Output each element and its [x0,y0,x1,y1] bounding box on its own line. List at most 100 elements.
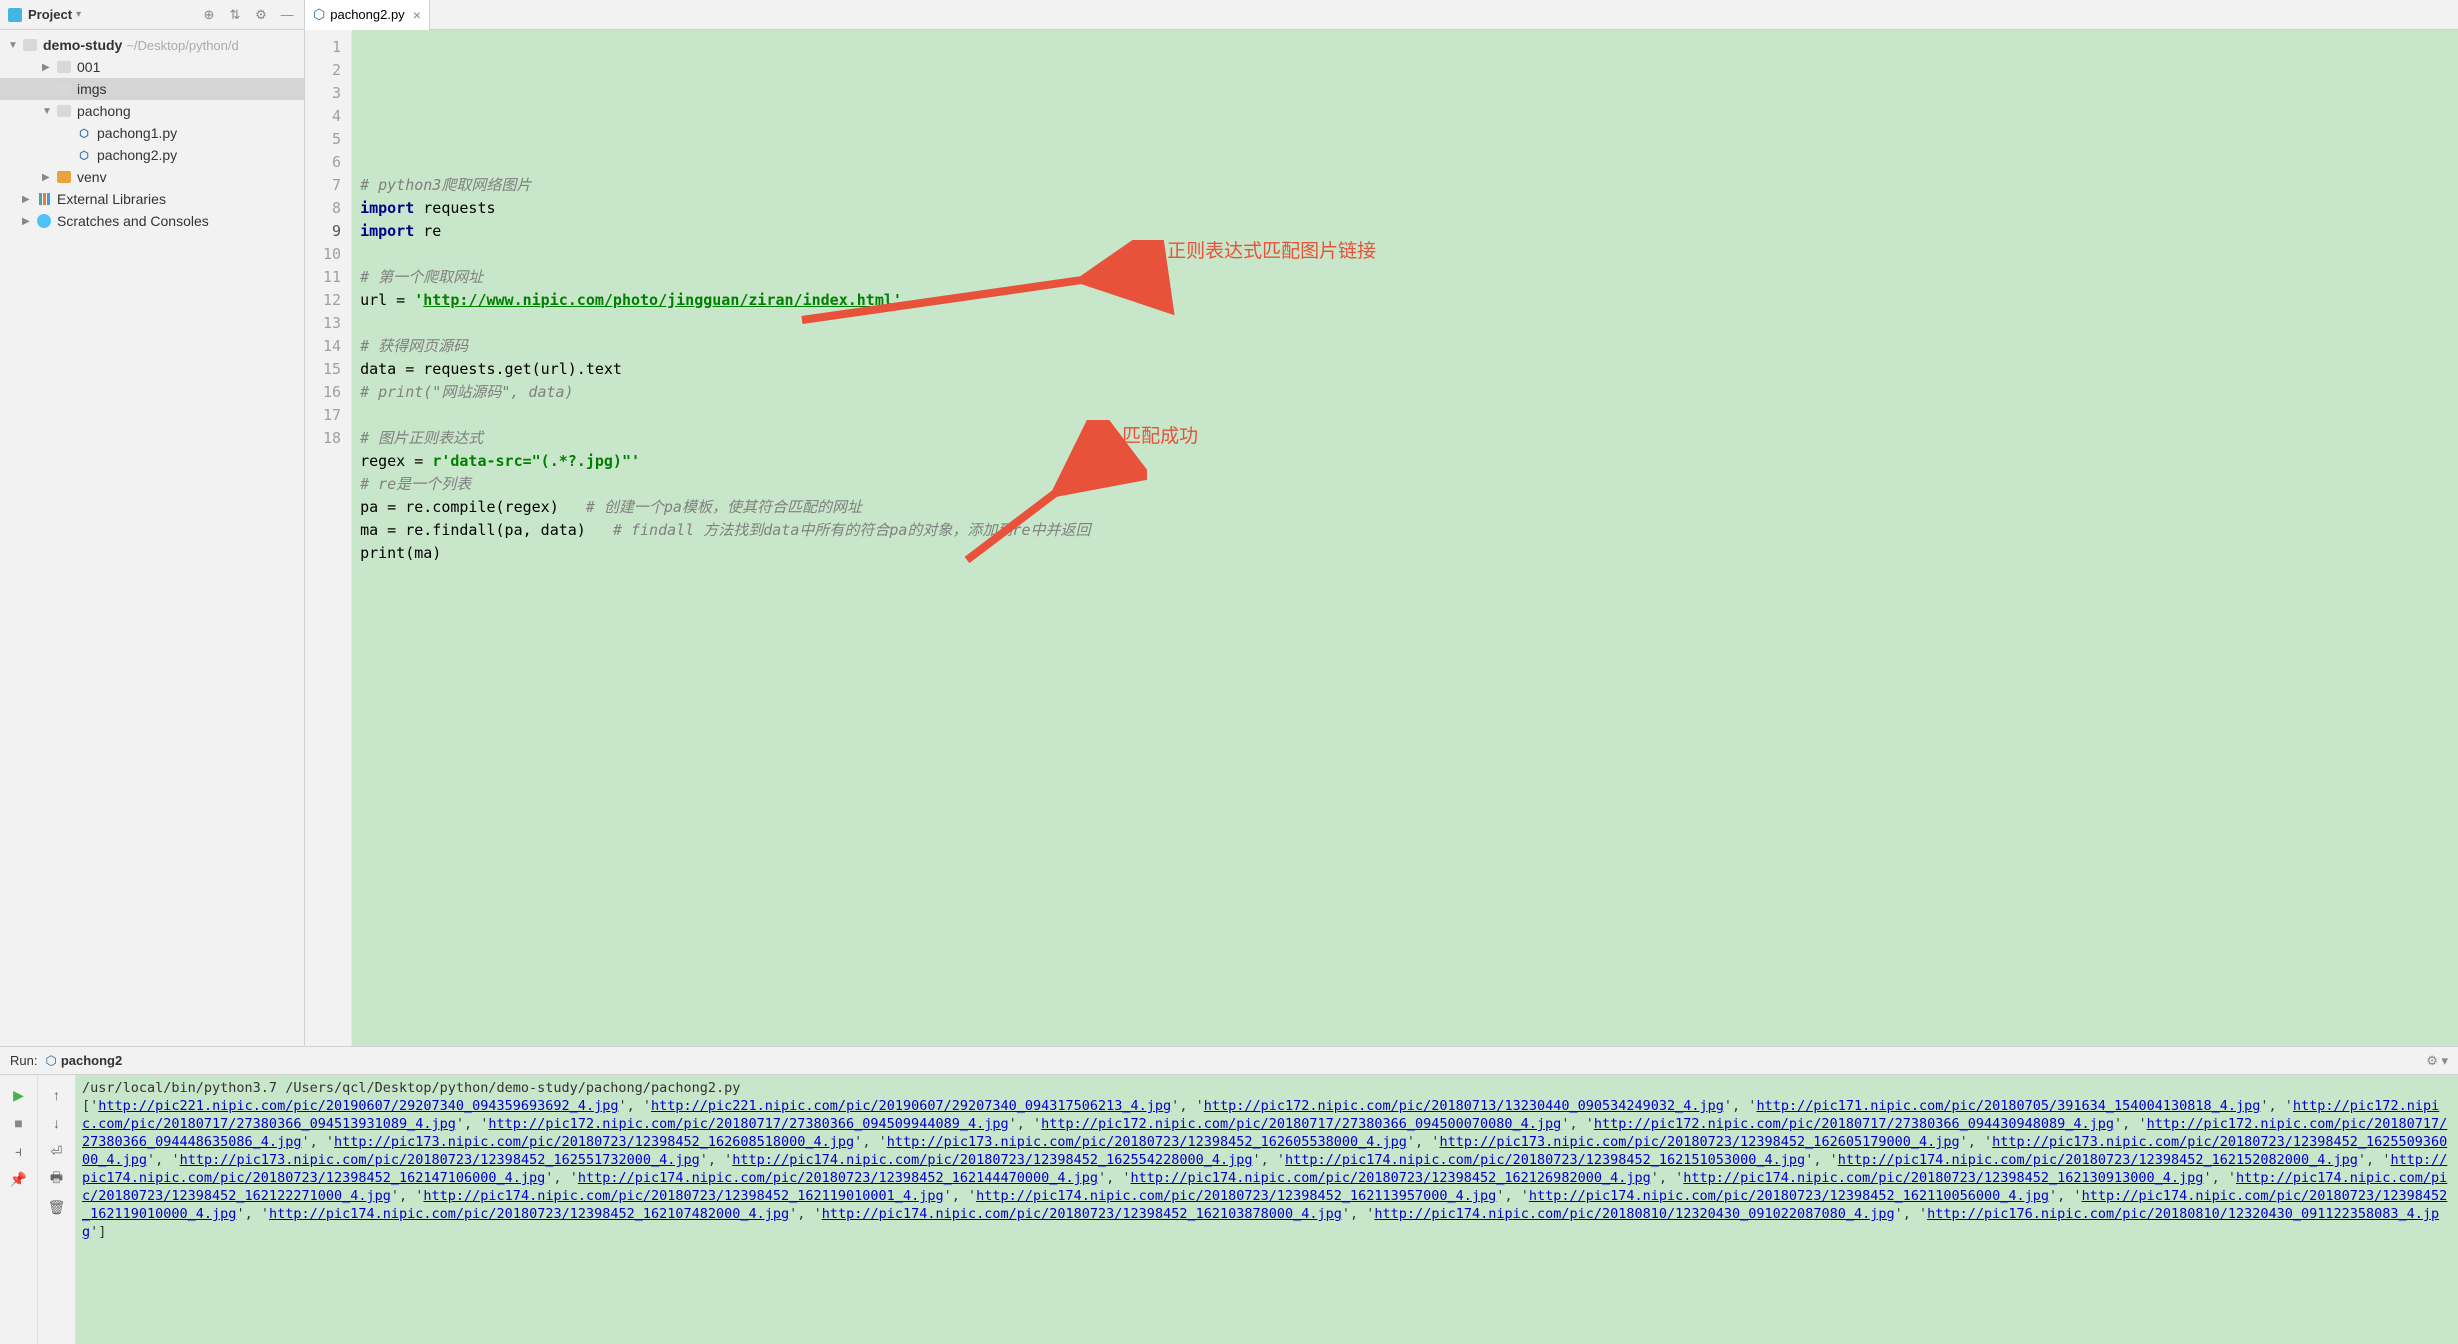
editor-tab[interactable]: ⬡ pachong2.py × [305,0,430,29]
run-console: Run: ⬡ pachong2 ⚙ ▾ ▶ ■ ⫞ 📌 ↑ ↓ ⏎ 🖶 🗑 /u… [0,1046,2458,1344]
tree-item[interactable]: imgs [0,78,304,100]
output-url[interactable]: http://pic174.nipic.com/pic/20180810/123… [1374,1206,1894,1222]
layout-button[interactable]: ⫞ [4,1138,34,1164]
tree-item[interactable]: ⬡ pachong1.py [0,122,304,144]
output-url[interactable]: http://pic174.nipic.com/pic/20180723/123… [423,1188,943,1204]
tree-arrow-icon[interactable]: ▶ [42,62,56,73]
tree-root[interactable]: ▼ demo-study ~/Desktop/python/d [0,34,304,56]
project-sidebar: Project ▾ ⊕ ⇅ ⚙ — ▼ demo-study ~/Desktop… [0,0,305,1046]
output-url[interactable]: http://pic172.nipic.com/pic/20180713/132… [1204,1098,1724,1114]
output-url[interactable]: http://pic174.nipic.com/pic/20180723/123… [976,1188,1496,1204]
line-number: 12 [323,289,341,312]
expand-icon[interactable]: ⇅ [226,6,244,24]
down-button[interactable]: ↓ [42,1110,72,1136]
line-number: 2 [323,59,341,82]
output-url[interactable]: http://pic173.nipic.com/pic/20180723/123… [887,1134,1407,1150]
python-file-icon: ⬡ [79,127,89,140]
trash-button[interactable]: 🗑 [42,1194,72,1220]
output-url[interactable]: http://pic174.nipic.com/pic/20180723/123… [1285,1152,1805,1168]
gear-icon[interactable]: ⚙ [252,6,270,24]
code-line: # python3爬取网络图片 [360,174,2450,197]
gear-icon[interactable]: ⚙ ▾ [2426,1053,2448,1069]
code-line: import requests [360,197,2450,220]
python-file-icon: ⬡ [313,6,325,23]
tree-item[interactable]: ▶ Scratches and Consoles [0,210,304,232]
console-result: ['http://pic221.nipic.com/pic/20190607/2… [82,1097,2452,1241]
output-url[interactable]: http://pic174.nipic.com/pic/20180723/123… [1683,1170,2203,1186]
code-line: regex = r'data-src="(.*?.jpg)"' [360,450,2450,473]
tree-item-label: pachong1.py [97,125,177,141]
locate-icon[interactable]: ⊕ [200,6,218,24]
chevron-down-icon[interactable]: ▼ [8,40,22,51]
tree-arrow-icon[interactable]: ▶ [22,194,36,205]
output-url[interactable]: http://pic174.nipic.com/pic/20180723/123… [269,1206,789,1222]
output-url[interactable]: http://pic173.nipic.com/pic/20180723/123… [180,1152,700,1168]
code-line: # 图片正则表达式 [360,427,2450,450]
folder-icon [57,171,71,183]
editor-area: ⬡ pachong2.py × 123456789101112131415161… [305,0,2458,1046]
folder-icon [57,61,71,73]
output-url[interactable]: http://pic172.nipic.com/pic/20180717/273… [1041,1116,1561,1132]
library-icon [39,193,50,205]
line-number: 15 [323,358,341,381]
line-gutter: 123456789101112131415161718 [305,30,352,1046]
project-tree: ▼ demo-study ~/Desktop/python/d ▶001imgs… [0,30,304,1046]
output-url[interactable]: http://pic172.nipic.com/pic/20180717/273… [1594,1116,2114,1132]
console-command: /usr/local/bin/python3.7 /Users/qcl/Desk… [82,1079,2452,1097]
tree-item[interactable]: ▶001 [0,56,304,78]
close-icon[interactable]: × [413,7,421,23]
tree-arrow-icon[interactable]: ▶ [22,216,36,227]
folder-icon [57,105,71,117]
output-url[interactable]: http://pic174.nipic.com/pic/20180723/123… [732,1152,1252,1168]
line-number: 11 [323,266,341,289]
output-url[interactable]: http://pic171.nipic.com/pic/20180705/391… [1756,1098,2260,1114]
output-url[interactable]: http://pic173.nipic.com/pic/20180723/123… [334,1134,854,1150]
code-line: # print("网站源码", data) [360,381,2450,404]
code-content[interactable]: # python3爬取网络图片import requestsimport re … [352,30,2458,1046]
output-url[interactable]: http://pic172.nipic.com/pic/20180717/273… [488,1116,1008,1132]
editor-body[interactable]: 123456789101112131415161718 # python3爬取网… [305,30,2458,1046]
code-line: import re [360,220,2450,243]
up-button[interactable]: ↑ [42,1082,72,1108]
collapse-icon[interactable]: — [278,6,296,24]
line-number: 18 [323,427,341,450]
scratch-icon [37,214,51,228]
tree-item-label: venv [77,169,107,185]
tree-item[interactable]: ⬡pachong2.py [0,144,304,166]
print-button[interactable]: 🖶 [42,1166,72,1192]
console-tools-left: ▶ ■ ⫞ 📌 [0,1075,38,1344]
project-icon [8,8,22,22]
output-url[interactable]: http://pic174.nipic.com/pic/20180723/123… [1838,1152,2358,1168]
tree-item[interactable]: ▶ venv [0,166,304,188]
output-url[interactable]: http://pic221.nipic.com/pic/20190607/292… [651,1098,1171,1114]
output-url[interactable]: http://pic221.nipic.com/pic/20190607/292… [98,1098,618,1114]
run-button[interactable]: ▶ [4,1082,34,1108]
tree-item[interactable]: ▼pachong [0,100,304,122]
tree-item-label: Scratches and Consoles [57,213,209,229]
wrap-button[interactable]: ⏎ [42,1138,72,1164]
tree-arrow-icon[interactable]: ▶ [42,172,56,183]
tree-arrow-icon[interactable]: ▼ [42,106,56,117]
code-line [360,404,2450,427]
sidebar-header: Project ▾ ⊕ ⇅ ⚙ — [0,0,304,30]
pin-button[interactable]: 📌 [4,1166,34,1192]
stop-button[interactable]: ■ [4,1110,34,1136]
output-url[interactable]: http://pic174.nipic.com/pic/20180723/123… [822,1206,1342,1222]
line-number: 6 [323,151,341,174]
output-url[interactable]: http://pic174.nipic.com/pic/20180723/123… [578,1170,1098,1186]
code-line: # re是一个列表 [360,473,2450,496]
folder-icon [23,39,37,51]
tree-item[interactable]: ▶External Libraries [0,188,304,210]
tree-item-label: pachong2.py [97,147,177,163]
console-tools-right: ↑ ↓ ⏎ 🖶 🗑 [38,1075,76,1344]
code-line [360,312,2450,335]
output-url[interactable]: http://pic173.nipic.com/pic/20180723/123… [1439,1134,1959,1150]
line-number: 17 [323,404,341,427]
output-url[interactable]: http://pic174.nipic.com/pic/20180723/123… [1529,1188,2049,1204]
line-number: 4 [323,105,341,128]
console-output[interactable]: /usr/local/bin/python3.7 /Users/qcl/Desk… [76,1075,2458,1344]
dropdown-icon[interactable]: ▾ [76,9,81,20]
annotation-regex: 正则表达式匹配图片链接 [1167,240,1376,263]
line-number: 13 [323,312,341,335]
output-url[interactable]: http://pic174.nipic.com/pic/20180723/123… [1131,1170,1651,1186]
